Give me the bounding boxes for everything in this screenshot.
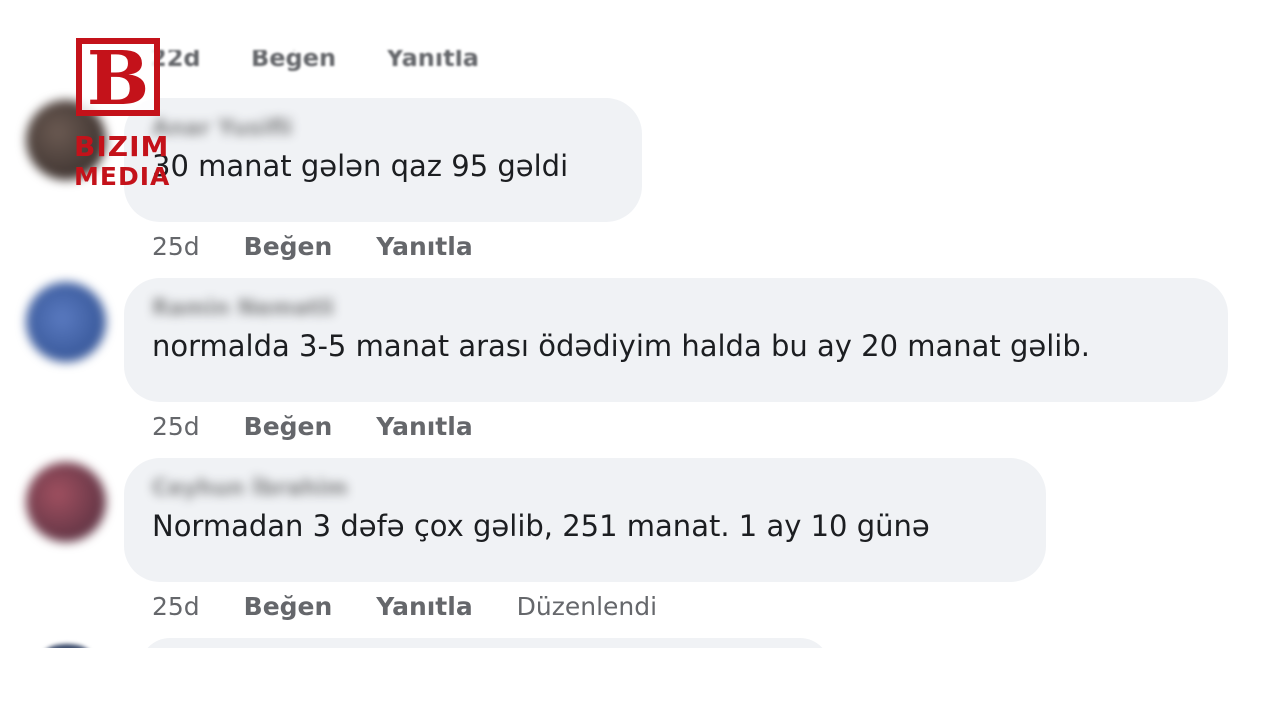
- edited-label: Düzenlendi: [516, 592, 658, 621]
- comment-actions: 25d Beğen Yanıtla Düzenlendi: [152, 592, 693, 621]
- comment-author[interactable]: Ramin Nemətli: [152, 292, 1200, 326]
- like-button[interactable]: Beğen: [244, 592, 333, 621]
- comment-text: 30 manat gələn qaz 95 gəldi: [152, 149, 569, 183]
- comment-bubble: Anar Yusifli 30 manat gələn qaz 95 gəldi: [124, 98, 642, 222]
- avatar[interactable]: [26, 462, 106, 542]
- reply-button[interactable]: Yanıtla: [386, 50, 479, 72]
- comment-bubble: Ceyhun İbrahim Normadan 3 dəfə çox gəlib…: [124, 458, 1046, 582]
- comments-screenshot: 22d Beğen Yanıtla Anar Yusifli 30 manat …: [0, 0, 1280, 720]
- like-button[interactable]: Beğen: [244, 232, 333, 261]
- comment-actions: 25d Beğen Yanıtla: [152, 412, 509, 441]
- comment-author[interactable]: Ceyhun İbrahim: [152, 472, 1018, 506]
- comment-actions: 25d Beğen Yanıtla: [152, 232, 509, 261]
- image-bottom-margin: [0, 648, 1280, 720]
- previous-comment-actions: 22d Beğen Yanıtla: [150, 50, 521, 78]
- comment-time[interactable]: 25d: [152, 232, 200, 261]
- comment-author[interactable]: Anar Yusifli: [152, 112, 614, 146]
- like-button[interactable]: Beğen: [251, 50, 336, 72]
- logo-frame: B: [76, 36, 160, 122]
- comment-bubble: Ramin Nemətli normalda 3-5 manat arası ö…: [124, 278, 1228, 402]
- reply-button[interactable]: Yanıtla: [376, 592, 472, 621]
- comment-time[interactable]: 25d: [152, 592, 200, 621]
- logo-letter: B: [86, 36, 150, 122]
- like-button[interactable]: Beğen: [244, 412, 333, 441]
- avatar[interactable]: [26, 282, 106, 362]
- comment-time[interactable]: 25d: [152, 412, 200, 441]
- comment-text: Normadan 3 dəfə çox gəlib, 251 manat. 1 …: [152, 509, 930, 543]
- reply-button[interactable]: Yanıtla: [376, 412, 472, 441]
- logo-text-line1: BIZIM: [74, 130, 170, 163]
- reply-button[interactable]: Yanıtla: [376, 232, 472, 261]
- bizim-media-logo: B BIZIM MEDIA: [74, 36, 169, 191]
- logo-text-line2: MEDIA: [74, 162, 171, 191]
- comment-text: normalda 3-5 manat arası ödədiyim halda …: [152, 329, 1090, 363]
